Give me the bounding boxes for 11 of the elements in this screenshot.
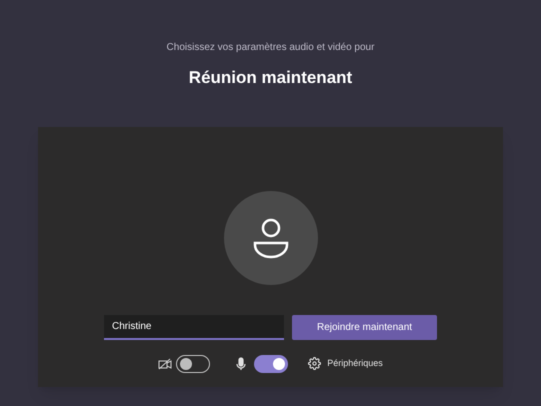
microphone-icon [236, 356, 246, 370]
microphone-toggle[interactable] [254, 354, 288, 372]
devices-button[interactable]: Périphériques [308, 356, 383, 370]
join-button[interactable]: Rejoindre maintenant [292, 314, 437, 340]
subtitle: Choisissez vos paramètres audio et vidéo pour [166, 41, 374, 55]
meeting-title: Réunion maintenant [188, 67, 352, 89]
person-icon [252, 216, 290, 258]
camera-off-icon [158, 358, 172, 370]
settings-icon [308, 357, 322, 370]
camera-toggle[interactable] [176, 354, 210, 372]
name-field[interactable]: Christine [104, 314, 284, 340]
